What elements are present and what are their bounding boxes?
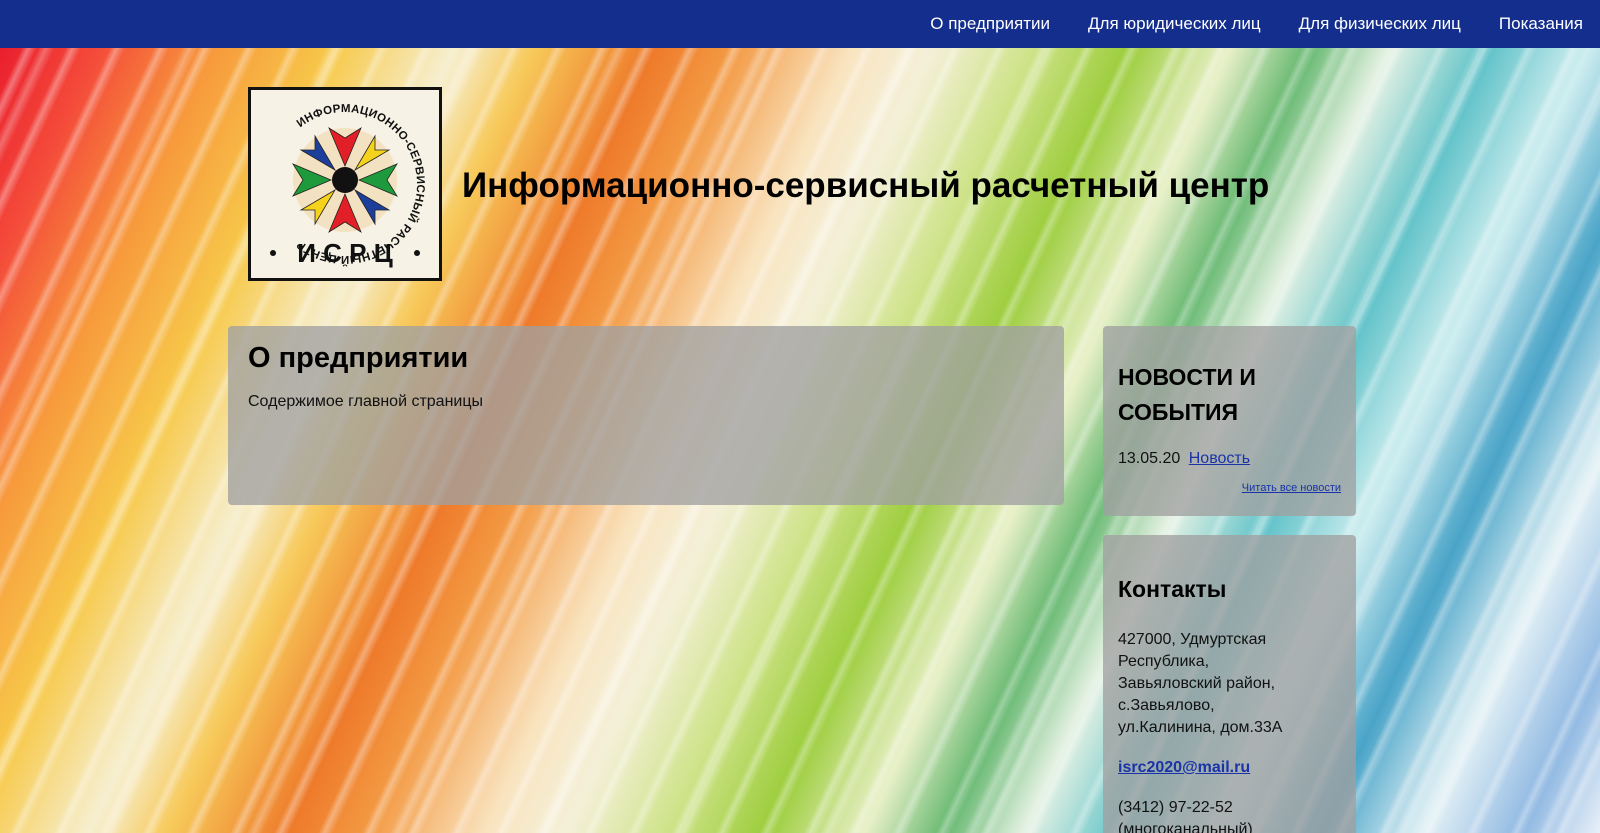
nav-item-readings[interactable]: Показания [1499, 14, 1583, 34]
top-navigation: О предприятии Для юридических лиц Для фи… [0, 0, 1600, 48]
read-all-news-link[interactable]: Читать все новости [1118, 482, 1341, 494]
address-line: с.Завьялово, [1118, 697, 1215, 714]
news-panel: НОВОСТИ И СОБЫТИЯ 13.05.20 Новость Читат… [1103, 326, 1356, 516]
phone-line: (3412) 97-22-52 [1118, 799, 1233, 816]
address-line: ул.Калинина, дом.33А [1118, 719, 1283, 736]
logo-emblem-icon: ИНФОРМАЦИОННО-СЕРВИСНЫЙ РАСЧЕТНЫЙ ЦЕНТР [270, 103, 426, 268]
page-title: О предприятии [248, 342, 469, 374]
company-logo[interactable]: ИНФОРМАЦИОННО-СЕРВИСНЫЙ РАСЧЕТНЫЙ ЦЕНТР [248, 87, 442, 281]
phone-line: (многоканальный) [1118, 821, 1253, 833]
address-line: Республика, [1118, 653, 1210, 670]
news-link[interactable]: Новость [1189, 450, 1250, 467]
nav-item-about[interactable]: О предприятии [930, 14, 1050, 34]
contacts-panel: Контакты 427000, Удмуртская Республика, … [1103, 535, 1356, 833]
contact-address: 427000, Удмуртская Республика, Завьяловс… [1118, 629, 1341, 739]
contacts-heading: Контакты [1118, 576, 1227, 602]
page-content-text: Содержимое главной страницы [248, 393, 484, 410]
contact-email-link[interactable]: isrc2020@mail.ru [1118, 759, 1341, 777]
nav-item-legal-entities[interactable]: Для юридических лиц [1088, 14, 1261, 34]
news-item: 13.05.20 Новость [1118, 450, 1341, 468]
site-title: Информационно-сервисный расчетный центр [462, 166, 1270, 205]
news-heading: НОВОСТИ И СОБЫТИЯ [1118, 364, 1256, 425]
news-date: 13.05.20 [1118, 450, 1181, 467]
main-content-panel: О предприятии Содержимое главной страниц… [228, 326, 1064, 505]
contact-phone: (3412) 97-22-52 (многоканальный) [1118, 797, 1341, 833]
svg-text:И С Р Ц: И С Р Ц [297, 238, 392, 268]
nav-item-individuals[interactable]: Для физических лиц [1299, 14, 1461, 34]
address-line: Завьяловский район, [1118, 675, 1276, 692]
address-line: 427000, Удмуртская [1118, 631, 1267, 648]
